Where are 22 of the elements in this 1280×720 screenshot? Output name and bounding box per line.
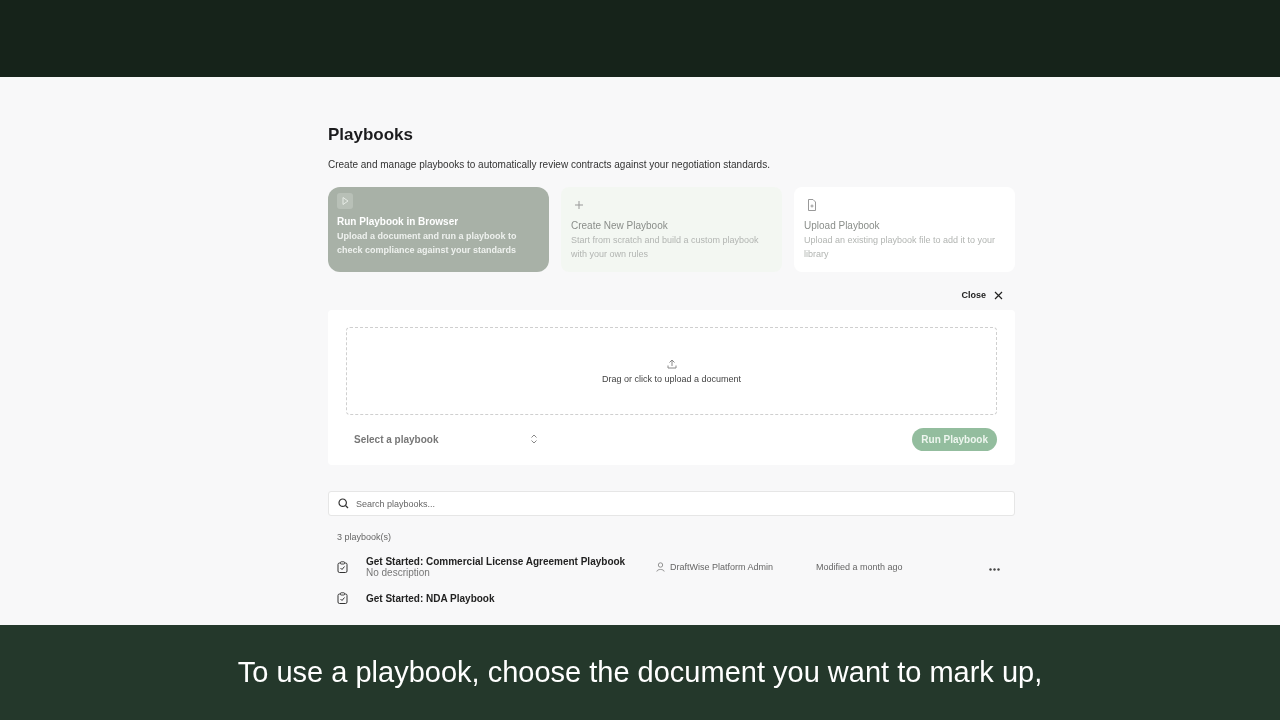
upload-icon <box>665 358 678 370</box>
playbook-description: No description <box>366 567 431 578</box>
upload-dropzone[interactable]: Drag or click to upload a document <box>346 327 997 415</box>
chevron-updown-icon <box>530 434 538 444</box>
playbook-count: 3 playbook(s) <box>337 532 393 542</box>
clipboard-icon <box>337 561 348 573</box>
more-icon <box>989 568 1000 571</box>
action-card[interactable]: Upload Playbook Upload an existing playbook file to add it to your library <box>794 187 1015 272</box>
playbook-author: DraftWise Platform Admin <box>670 562 774 572</box>
playbook-title[interactable]: Get Started: Commercial License Agreement Playbook <box>366 556 656 567</box>
page-title: Playbooks <box>328 125 415 145</box>
search-field[interactable]: Search playbooks... <box>328 491 1015 516</box>
close-icon <box>994 290 1003 300</box>
clipboard-icon <box>337 592 348 604</box>
play-icon <box>337 193 353 209</box>
dropzone-text: Drag or click to upload a document <box>601 374 742 384</box>
close-button[interactable]: Close <box>961 290 1015 300</box>
user-icon <box>656 562 665 572</box>
page-description: Create and manage playbooks to automatically review contracts against your negotiation standards. <box>328 159 771 170</box>
playbook-title[interactable]: Get Started: NDA Playbook <box>366 592 656 604</box>
video-caption: To use a playbook, choose the document you want to mark up, <box>237 656 1043 689</box>
modified-date: Modified a month ago <box>816 562 904 572</box>
